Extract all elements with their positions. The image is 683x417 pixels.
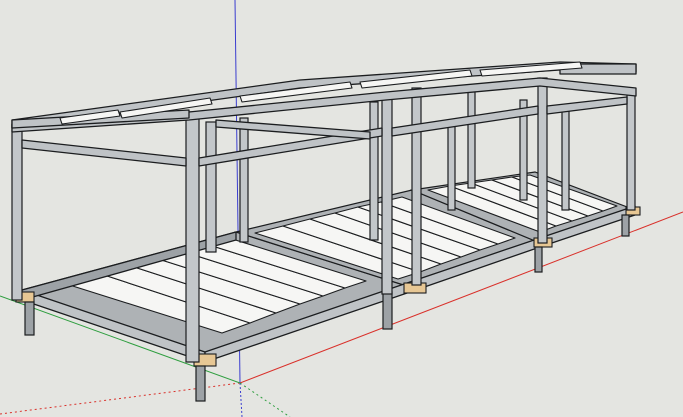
mid-rail (215, 119, 371, 140)
post (537, 77, 548, 244)
leg (534, 246, 543, 273)
post (447, 125, 456, 211)
modeling-viewport[interactable] (0, 0, 683, 417)
post (239, 117, 249, 243)
post (205, 121, 217, 253)
leg (24, 301, 35, 336)
post (467, 87, 476, 189)
post (411, 87, 422, 286)
green-axis-dotted-line (239, 382, 291, 417)
post (185, 111, 200, 363)
3d-model-canvas[interactable] (0, 0, 683, 417)
post (11, 124, 23, 301)
blue-axis-dotted-line (239, 382, 243, 417)
post (381, 93, 393, 295)
mid-rail (546, 96, 628, 115)
leg (382, 291, 393, 330)
post (561, 104, 570, 211)
post (369, 101, 379, 241)
post (626, 89, 636, 211)
leg (621, 214, 630, 237)
mid-rail (21, 139, 187, 167)
leg (195, 365, 206, 402)
